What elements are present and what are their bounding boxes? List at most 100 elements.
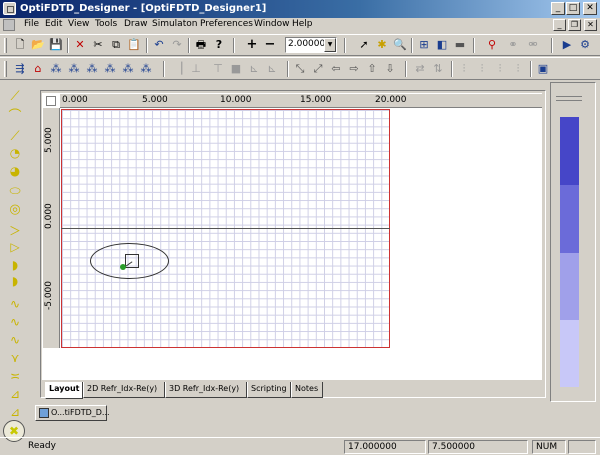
open-icon[interactable]: 📂	[31, 38, 45, 52]
redo-icon[interactable]: ↷	[170, 38, 184, 52]
group-icon[interactable]: ▣	[536, 62, 550, 76]
zoom-combo[interactable]: 2.00000 ▼	[285, 37, 337, 53]
delete-icon[interactable]: ✕	[73, 38, 87, 52]
move-down-icon[interactable]: ⇩	[383, 62, 397, 76]
layout-icon-5[interactable]: ⁂	[85, 62, 99, 76]
menu-help[interactable]: Help	[292, 19, 313, 29]
s-bend-icon[interactable]: ∿	[6, 296, 24, 312]
tab-3d-refr-idx[interactable]: 3D Refr_Idx-Re(y)	[165, 382, 247, 398]
align-center-icon[interactable]: ■	[229, 62, 243, 76]
anchor-point[interactable]	[120, 264, 126, 270]
s-bend-arc-icon[interactable]: ∿	[6, 314, 24, 330]
run-icon[interactable]: ▶	[560, 38, 574, 52]
document-window-tab[interactable]: O...tiFDTD_D...	[35, 405, 110, 421]
layout-icon-2[interactable]: ⌂	[31, 62, 45, 76]
copy-icon[interactable]: ⧉	[109, 38, 123, 52]
shrink-icon[interactable]: ⤡	[293, 62, 307, 76]
menu-preferences[interactable]: Preferences	[200, 19, 253, 29]
coupler-icon[interactable]: ≍	[6, 368, 24, 384]
grid-snap-icon[interactable]: ⊞	[417, 38, 431, 52]
move-right-icon[interactable]: ⇨	[347, 62, 361, 76]
close-button[interactable]: ✕	[583, 2, 597, 15]
align-left-icon[interactable]: ▕	[171, 62, 185, 76]
menu-view[interactable]: View	[68, 19, 89, 29]
toolbar-grip[interactable]	[4, 38, 7, 53]
layout-icon-1[interactable]: ⇶	[13, 62, 27, 76]
new-icon[interactable]: 🗋	[13, 38, 27, 52]
s-bend-sine-icon[interactable]: ∿	[6, 332, 24, 348]
menu-window[interactable]: Window	[254, 19, 290, 29]
expand-icon[interactable]: ⤢	[311, 62, 325, 76]
mmi-icon[interactable]: ⊿	[6, 404, 24, 420]
tab-layout[interactable]: Layout	[45, 382, 83, 399]
wedge-icon[interactable]: ＞	[6, 222, 24, 238]
distribute-v-icon[interactable]: ⊾	[265, 62, 279, 76]
layout-icon-3[interactable]: ⁂	[49, 62, 63, 76]
move-left-icon[interactable]: ⇦	[329, 62, 343, 76]
probe-icon[interactable]: ⚲	[485, 38, 499, 52]
help-icon[interactable]: ?	[212, 38, 226, 52]
link-icon[interactable]: ⚭	[506, 38, 520, 52]
half-circle-icon[interactable]: ◗	[6, 257, 24, 273]
unlink-icon[interactable]: ⚮	[526, 38, 540, 52]
save-icon[interactable]: 💾	[49, 38, 63, 52]
flip-h-icon[interactable]: ⇄	[413, 62, 427, 76]
tab-2d-refr-idx[interactable]: 2D Refr_Idx-Re(y)	[83, 382, 165, 398]
ring-icon[interactable]: ◎	[6, 201, 24, 217]
half-ellipse-icon[interactable]: ◗	[6, 273, 24, 289]
layout-icon-8[interactable]: ⁂	[139, 62, 153, 76]
zoom-out-icon[interactable]: −	[263, 38, 277, 52]
zoom-in-icon[interactable]: +	[245, 38, 259, 52]
menu-draw[interactable]: Draw	[124, 19, 148, 29]
parabolic-waveguide-icon[interactable]: ◔	[6, 145, 24, 161]
space-icon-2[interactable]: ⫶	[475, 62, 489, 76]
title-bar[interactable]: OptiFDTD_Designer - [OptiFDTD_Designer1]…	[0, 0, 600, 18]
toolbar-grip[interactable]	[4, 61, 7, 77]
ellipse-icon[interactable]: ⬭	[6, 183, 24, 199]
layout-icon-7[interactable]: ⁂	[121, 62, 135, 76]
ruler-corner-checkbox[interactable]	[46, 96, 56, 106]
y-branch-icon[interactable]: ⋎	[6, 350, 24, 366]
space-icon-4[interactable]: ⫶	[511, 62, 525, 76]
select-arrow-icon[interactable]: ➚	[357, 38, 371, 52]
space-icon-3[interactable]: ⫶	[493, 62, 507, 76]
tapered-waveguide-icon[interactable]: ⟋	[6, 128, 24, 144]
tab-notes[interactable]: Notes	[291, 382, 323, 398]
layout-icon-4[interactable]: ⁂	[67, 62, 81, 76]
align-bottom-icon[interactable]: ⊥	[189, 62, 203, 76]
waveguide-link-icon[interactable]: ▬	[453, 38, 467, 52]
menu-edit[interactable]: Edit	[45, 19, 62, 29]
mdi-minimize-button[interactable]: _	[553, 19, 566, 31]
print-icon[interactable]: 🖶	[194, 38, 208, 52]
simulate-icon[interactable]: ⚙	[578, 38, 592, 52]
app-icon[interactable]	[3, 2, 16, 15]
cut-icon[interactable]: ✂	[91, 38, 105, 52]
mdi-close-button[interactable]: ✕	[584, 19, 597, 31]
move-up-icon[interactable]: ⇧	[365, 62, 379, 76]
flip-v-icon[interactable]: ⇅	[431, 62, 445, 76]
tab-scripting[interactable]: Scripting	[247, 382, 291, 398]
panel-handle[interactable]	[556, 96, 582, 101]
magnify-icon[interactable]: 🔍	[393, 38, 407, 52]
fit-icon[interactable]: ◧	[435, 38, 449, 52]
arc-waveguide-icon[interactable]: ⌒	[6, 106, 24, 124]
select-multi-icon[interactable]: ✱	[375, 38, 389, 52]
align-top-icon[interactable]: ⊤	[211, 62, 225, 76]
linear-waveguide-icon[interactable]: ⟋	[6, 88, 24, 104]
space-icon-1[interactable]: ⫶	[457, 62, 471, 76]
menu-simulation[interactable]: Simulaton	[152, 19, 197, 29]
layout-icon-6[interactable]: ⁂	[103, 62, 117, 76]
mdi-restore-button[interactable]: ❐	[568, 19, 581, 31]
exponential-waveguide-icon[interactable]: ◕	[6, 163, 24, 179]
chevron-down-icon[interactable]: ▼	[324, 38, 336, 52]
undo-icon[interactable]: ↶	[152, 38, 166, 52]
document-icon[interactable]	[3, 19, 15, 31]
paste-icon[interactable]: 📋	[127, 38, 141, 52]
taper-icon[interactable]: ⊿	[6, 386, 24, 402]
distribute-h-icon[interactable]: ⊾	[247, 62, 261, 76]
maximize-button[interactable]: □	[566, 2, 580, 15]
menu-file[interactable]: File	[24, 19, 39, 29]
polygon-icon[interactable]: ▷	[6, 239, 24, 255]
minimize-button[interactable]: _	[551, 2, 565, 15]
menu-tools[interactable]: Tools	[95, 19, 117, 29]
